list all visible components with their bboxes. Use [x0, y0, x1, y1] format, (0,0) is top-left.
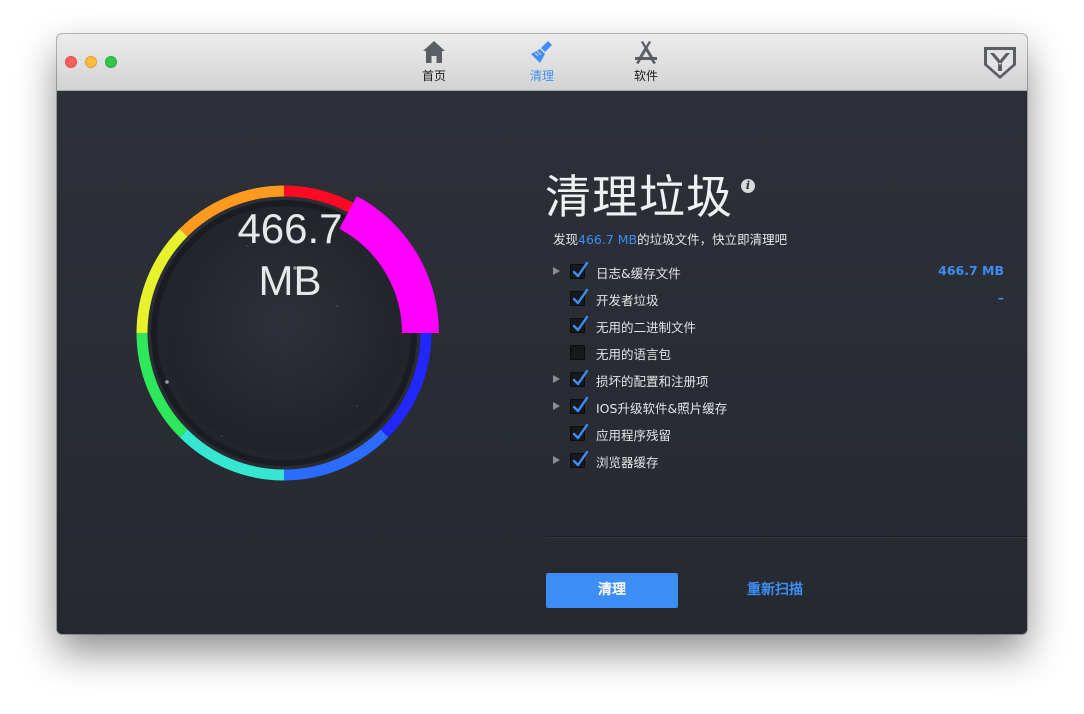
info-icon[interactable]: i — [741, 179, 755, 193]
list-item[interactable]: 浏览器缓存 — [553, 450, 1008, 477]
app-window: 首页 清理 软件 466.7 MB 清理垃圾 i 发现466.7 MB的垃圾文件… — [57, 34, 1027, 634]
expand-arrow-icon[interactable] — [553, 456, 560, 464]
expand-arrow-icon[interactable] — [553, 375, 560, 383]
item-checkbox[interactable] — [570, 345, 585, 360]
main-content: 466.7 MB 清理垃圾 i 发现466.7 MB的垃圾文件，快立即清理吧 日… — [57, 91, 1027, 634]
scan-summary: 发现466.7 MB的垃圾文件，快立即清理吧 — [553, 229, 787, 248]
titlebar: 首页 清理 软件 — [57, 34, 1027, 91]
tab-software[interactable]: 软件 — [616, 39, 676, 87]
list-item[interactable]: 应用程序残留 — [553, 423, 1008, 450]
tab-home[interactable]: 首页 — [404, 39, 464, 87]
zoom-window-button[interactable] — [105, 56, 117, 68]
list-item[interactable]: 无用的二进制文件 — [553, 315, 1008, 342]
tab-clean[interactable]: 清理 — [512, 39, 572, 87]
tab-home-label: 首页 — [421, 69, 446, 83]
item-label: 浏览器缓存 — [596, 455, 659, 470]
item-checkbox[interactable] — [570, 369, 589, 387]
close-window-button[interactable] — [65, 56, 77, 68]
clean-button[interactable]: 清理 — [546, 573, 678, 608]
list-item[interactable]: 无用的语言包 — [553, 342, 1008, 369]
checkmark-icon — [572, 315, 589, 332]
rescan-button[interactable]: 重新扫描 — [725, 573, 825, 608]
checkmark-icon — [572, 450, 589, 467]
summary-size: 466.7 MB — [578, 232, 638, 247]
item-size: 466.7 MB — [938, 263, 1004, 278]
checkmark-icon — [572, 261, 589, 278]
home-icon — [423, 41, 445, 63]
junk-size-number: 466.7 — [237, 205, 343, 252]
list-item[interactable]: 开发者垃圾 – — [553, 288, 1008, 315]
page-title: 清理垃圾 — [545, 170, 733, 224]
expand-arrow-icon[interactable] — [553, 402, 560, 410]
checkmark-icon — [572, 396, 589, 413]
checkmark-icon — [572, 423, 589, 440]
item-label: 日志&缓存文件 — [596, 266, 681, 281]
item-checkbox[interactable] — [570, 450, 589, 468]
item-label: IOS升级软件&照片缓存 — [596, 401, 728, 416]
item-checkbox[interactable] — [570, 288, 589, 306]
item-checkbox[interactable] — [570, 396, 589, 414]
tab-software-label: 软件 — [633, 69, 658, 83]
list-item[interactable]: 损坏的配置和注册项 — [553, 369, 1008, 396]
item-label: 开发者垃圾 — [596, 293, 659, 308]
item-checkbox[interactable] — [570, 315, 589, 333]
junk-category-list: 日志&缓存文件 466.7 MB 开发者垃圾 – 无用的二进制文件 无用的语言包损坏的配置… — [553, 261, 1008, 477]
minimize-window-button[interactable] — [85, 56, 97, 68]
checkmark-icon — [572, 288, 589, 305]
summary-suffix: 的垃圾文件，快立即清理吧 — [637, 232, 788, 247]
item-label: 应用程序残留 — [596, 428, 672, 443]
divider — [546, 536, 1027, 537]
list-item[interactable]: IOS升级软件&照片缓存 — [553, 396, 1008, 423]
item-size: – — [997, 290, 1004, 305]
shield-logo-icon[interactable] — [982, 43, 1018, 81]
junk-size-value: 466.7 MB — [140, 203, 440, 307]
item-label: 无用的二进制文件 — [596, 320, 697, 335]
broom-icon — [531, 41, 552, 63]
item-label: 无用的语言包 — [596, 347, 672, 362]
summary-prefix: 发现 — [553, 232, 579, 247]
tab-clean-label: 清理 — [529, 69, 554, 83]
list-item[interactable]: 日志&缓存文件 466.7 MB — [553, 261, 1008, 288]
checkmark-icon — [572, 369, 589, 386]
item-checkbox[interactable] — [570, 423, 589, 441]
expand-arrow-icon[interactable] — [553, 267, 560, 275]
junk-size-unit: MB — [258, 257, 322, 304]
item-label: 损坏的配置和注册项 — [596, 374, 709, 389]
app-store-icon — [635, 41, 657, 64]
item-checkbox[interactable] — [570, 261, 589, 279]
